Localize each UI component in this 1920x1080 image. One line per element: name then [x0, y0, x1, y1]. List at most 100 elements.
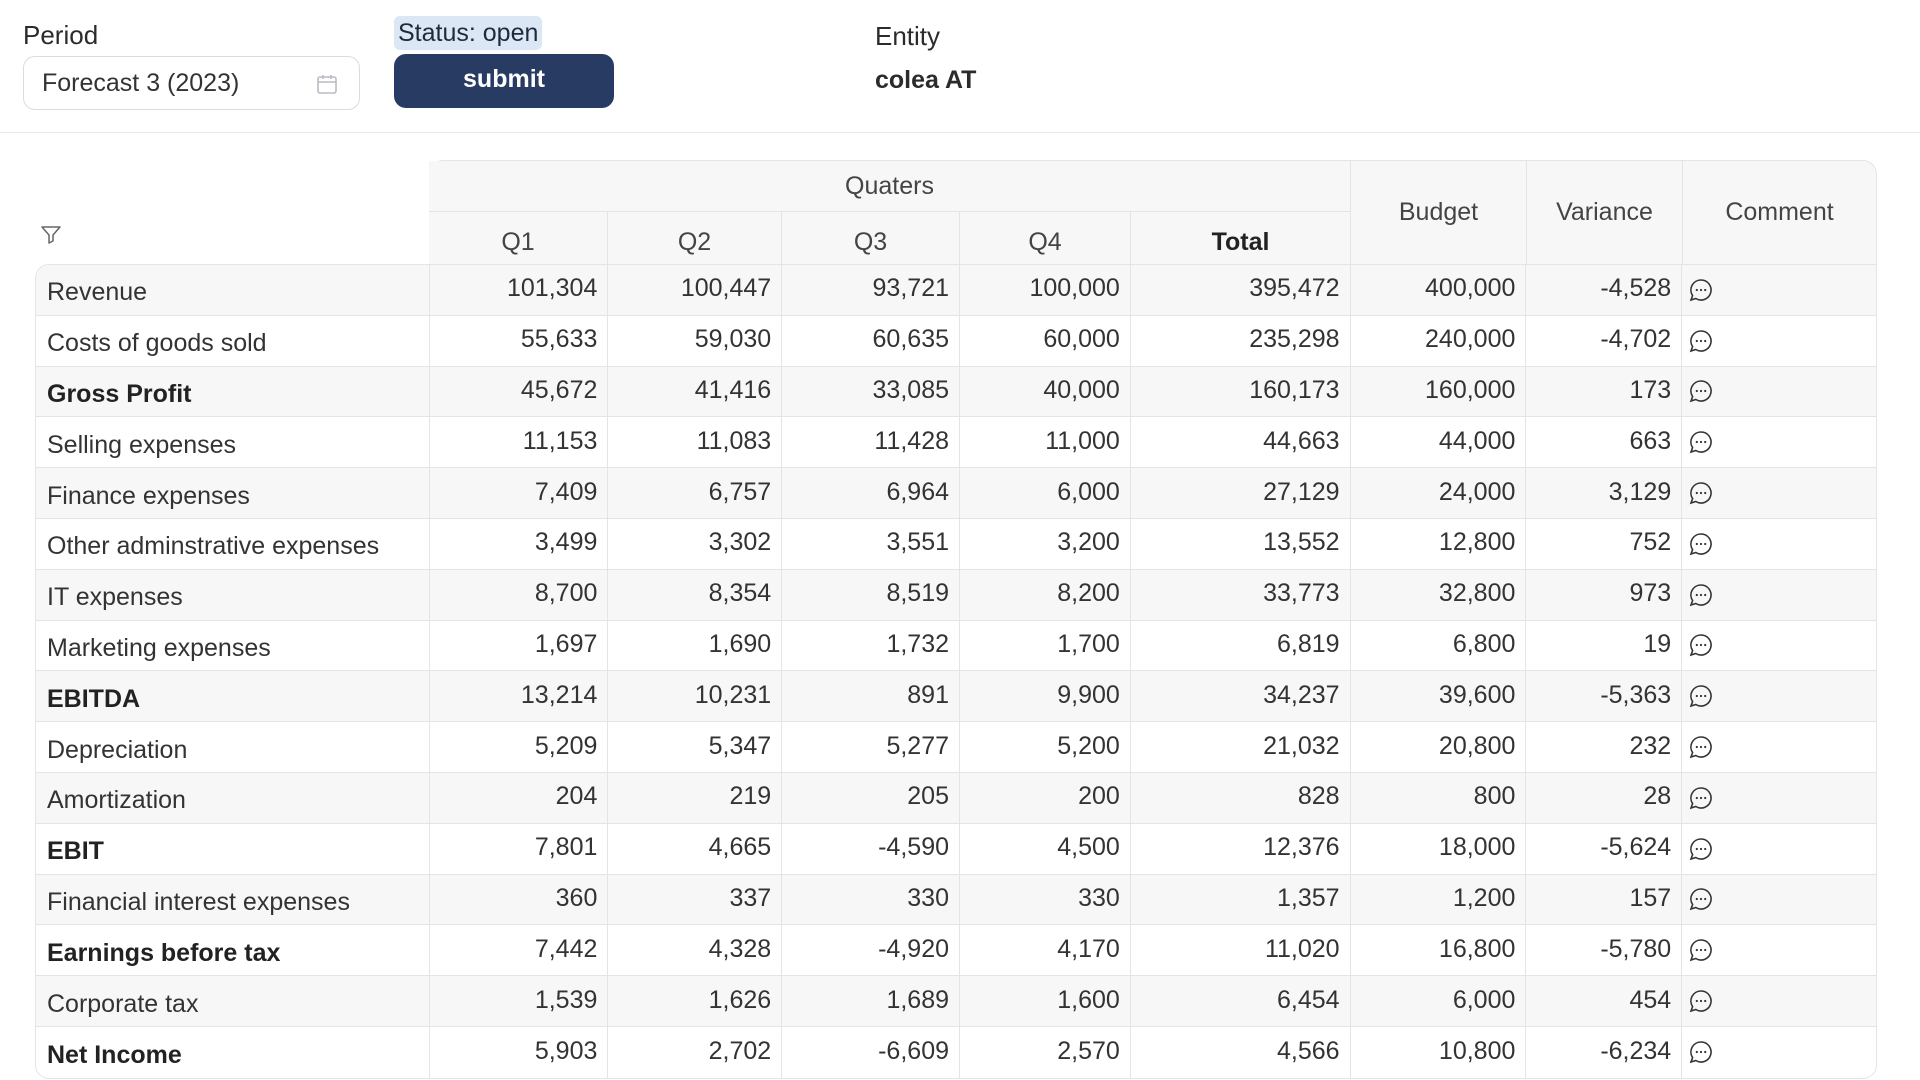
cell-q2[interactable]: 4,328	[608, 925, 783, 976]
comment-icon[interactable]	[1688, 836, 1714, 862]
row-label: Net Income	[36, 1026, 430, 1078]
header-q3[interactable]: Q3	[782, 212, 960, 264]
cell-q3[interactable]: 6,964	[782, 468, 960, 518]
cell-q4[interactable]: 60,000	[960, 315, 1131, 366]
cell-q3[interactable]: -4,920	[782, 925, 960, 976]
cell-q1[interactable]: 5,903	[430, 1026, 609, 1078]
comment-icon[interactable]	[1688, 480, 1714, 506]
cell-q2[interactable]: 219	[608, 772, 783, 823]
comment-icon[interactable]	[1688, 582, 1714, 608]
cell-q3[interactable]: -6,609	[782, 1026, 960, 1078]
cell-q2[interactable]: 2,702	[608, 1026, 783, 1078]
cell-q4[interactable]: 4,170	[960, 925, 1131, 976]
cell-comment	[1682, 671, 1876, 721]
comment-icon[interactable]	[1688, 1039, 1714, 1065]
header-variance[interactable]: Variance	[1527, 161, 1683, 264]
cell-q3[interactable]: 330	[782, 874, 960, 925]
cell-q3[interactable]: 891	[782, 671, 960, 722]
cell-q3[interactable]: 33,085	[782, 366, 960, 417]
comment-icon[interactable]	[1688, 429, 1714, 455]
comment-icon[interactable]	[1688, 734, 1714, 760]
table-row: Gross Profit 45,672 41,416 33,085 40,000 160,…	[36, 366, 1876, 418]
cell-q4[interactable]: 3,200	[960, 518, 1131, 569]
cell-q4[interactable]: 1,700	[960, 620, 1131, 671]
cell-q3[interactable]: 1,689	[782, 976, 960, 1026]
header-q4[interactable]: Q4	[960, 212, 1131, 264]
comment-icon[interactable]	[1688, 683, 1714, 709]
cell-q2[interactable]: 11,083	[608, 417, 783, 468]
comment-icon[interactable]	[1688, 632, 1714, 658]
cell-q4[interactable]: 4,500	[960, 823, 1131, 874]
cell-q2[interactable]: 100,447	[608, 265, 783, 315]
cell-total: 828	[1131, 772, 1351, 823]
cell-q1[interactable]: 7,442	[430, 925, 609, 976]
cell-q1[interactable]: 8,700	[430, 569, 609, 620]
cell-q2[interactable]: 1,626	[608, 976, 783, 1026]
pnl-table: Revenue 101,304 100,447 93,721 100,000 395,47…	[35, 264, 1877, 1079]
cell-q3[interactable]: 1,732	[782, 620, 960, 671]
cell-q4[interactable]: 200	[960, 772, 1131, 823]
cell-q3[interactable]: -4,590	[782, 823, 960, 874]
cell-q2[interactable]: 41,416	[608, 366, 783, 417]
cell-total: 235,298	[1131, 315, 1351, 366]
calendar-icon[interactable]	[315, 72, 339, 96]
header-q2[interactable]: Q2	[608, 212, 782, 264]
cell-q1[interactable]: 11,153	[430, 417, 609, 468]
header-q1[interactable]: Q1	[429, 212, 608, 264]
comment-icon[interactable]	[1688, 328, 1714, 354]
comment-icon[interactable]	[1688, 531, 1714, 557]
cell-q1[interactable]: 5,209	[430, 722, 609, 772]
cell-q4[interactable]: 11,000	[960, 417, 1131, 468]
cell-q1[interactable]: 45,672	[430, 366, 609, 417]
cell-budget: 400,000	[1351, 265, 1527, 315]
cell-q1[interactable]: 204	[430, 772, 609, 823]
cell-q3[interactable]: 5,277	[782, 722, 960, 772]
comment-icon[interactable]	[1688, 937, 1714, 963]
cell-q1[interactable]: 1,697	[430, 620, 609, 671]
cell-q3[interactable]: 93,721	[782, 265, 960, 315]
cell-q2[interactable]: 3,302	[608, 518, 783, 569]
comment-icon[interactable]	[1688, 277, 1714, 303]
header-budget[interactable]: Budget	[1351, 161, 1527, 264]
cell-q2[interactable]: 59,030	[608, 315, 783, 366]
cell-q3[interactable]: 3,551	[782, 518, 960, 569]
cell-q4[interactable]: 8,200	[960, 569, 1131, 620]
cell-q4[interactable]: 330	[960, 874, 1131, 925]
cell-q2[interactable]: 8,354	[608, 569, 783, 620]
cell-q2[interactable]: 337	[608, 874, 783, 925]
cell-q3[interactable]: 11,428	[782, 417, 960, 468]
cell-q1[interactable]: 360	[430, 874, 609, 925]
cell-q2[interactable]: 4,665	[608, 823, 783, 874]
cell-q1[interactable]: 1,539	[430, 976, 609, 1026]
period-picker[interactable]: Forecast 3 (2023)	[23, 56, 360, 110]
cell-q3[interactable]: 205	[782, 772, 960, 823]
cell-q1[interactable]: 7,409	[430, 468, 609, 518]
cell-q1[interactable]: 55,633	[430, 315, 609, 366]
row-label: EBIT	[36, 823, 430, 874]
comment-icon[interactable]	[1688, 886, 1714, 912]
cell-q4[interactable]: 2,570	[960, 1026, 1131, 1078]
comment-icon[interactable]	[1688, 785, 1714, 811]
submit-button[interactable]: submit	[394, 54, 614, 108]
cell-q4[interactable]: 6,000	[960, 468, 1131, 518]
cell-total: 11,020	[1131, 925, 1351, 976]
cell-q4[interactable]: 100,000	[960, 265, 1131, 315]
cell-q4[interactable]: 1,600	[960, 976, 1131, 1026]
header-total[interactable]: Total	[1131, 212, 1351, 264]
comment-icon[interactable]	[1688, 988, 1714, 1014]
cell-q1[interactable]: 13,214	[430, 671, 609, 722]
cell-q2[interactable]: 1,690	[608, 620, 783, 671]
cell-q4[interactable]: 40,000	[960, 366, 1131, 417]
comment-icon[interactable]	[1688, 378, 1714, 404]
cell-q3[interactable]: 60,635	[782, 315, 960, 366]
cell-q2[interactable]: 6,757	[608, 468, 783, 518]
cell-q1[interactable]: 7,801	[430, 823, 609, 874]
cell-q2[interactable]: 5,347	[608, 722, 783, 772]
cell-q2[interactable]: 10,231	[608, 671, 783, 722]
filter-icon[interactable]	[39, 223, 63, 247]
cell-q1[interactable]: 3,499	[430, 518, 609, 569]
cell-q3[interactable]: 8,519	[782, 569, 960, 620]
cell-q1[interactable]: 101,304	[430, 265, 609, 315]
cell-q4[interactable]: 5,200	[960, 722, 1131, 772]
cell-q4[interactable]: 9,900	[960, 671, 1131, 722]
